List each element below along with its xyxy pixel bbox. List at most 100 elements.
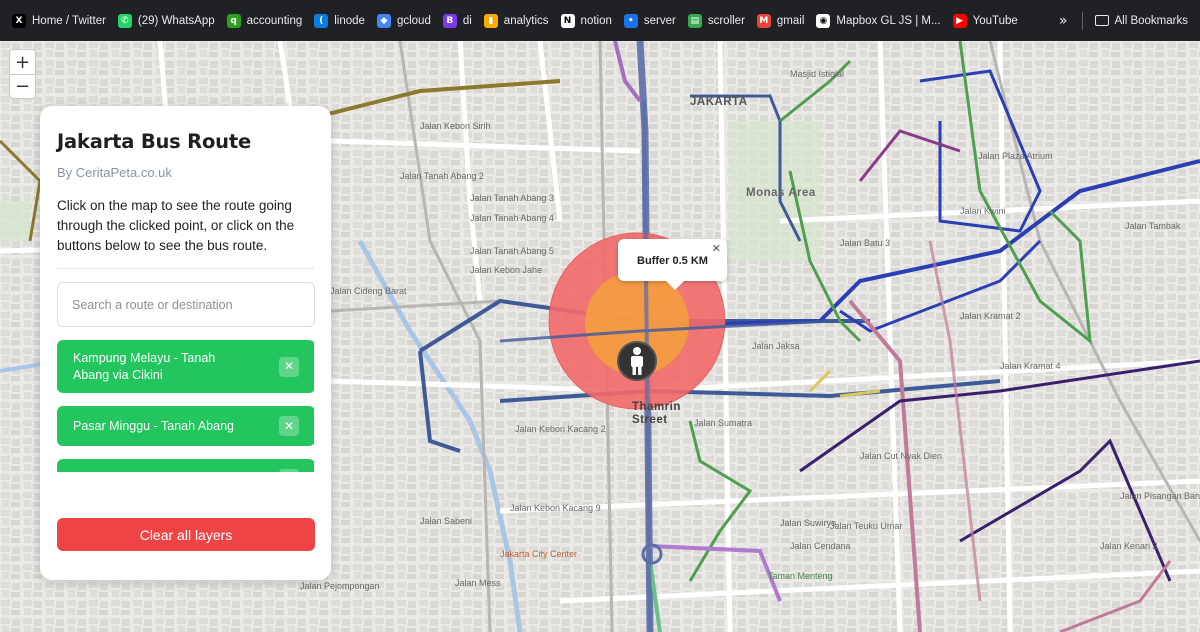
clear-all-layers-button[interactable]: Clear all layers xyxy=(57,518,315,551)
map-label-street: Jalan Teuku Umar xyxy=(830,521,903,531)
panel-author: By CeritaPeta.co.uk xyxy=(57,165,172,180)
map-label-street: Jalan Kramat 2 xyxy=(960,311,1021,321)
map-label-street: Jalan Mess xyxy=(455,578,501,588)
route-list: Kampung Melayu - Tanah Abang via Cikini … xyxy=(57,340,314,472)
all-bookmarks-label: All Bookmarks xyxy=(1114,14,1189,27)
map-label-poi: Jakarta City Center xyxy=(500,549,578,559)
map-label-street: Jalan Kwini xyxy=(960,206,1006,216)
map-label-street: Jalan Tanah Abang 4 xyxy=(470,213,554,223)
whatsapp-icon: ✆ xyxy=(117,13,132,28)
panel-divider xyxy=(57,268,314,269)
popup-close-icon[interactable]: ✕ xyxy=(712,242,721,255)
zoom-in-button[interactable]: + xyxy=(10,50,35,74)
bookmark-label: gmail xyxy=(776,14,805,27)
bookmark-server[interactable]: • server xyxy=(618,9,682,33)
bookmark-label: (29) WhatsApp xyxy=(137,14,215,27)
route-item-label: Pasar Minggu - Tanah Abang xyxy=(73,418,234,433)
panel-description: Click on the map to see the route going … xyxy=(57,198,295,253)
bookmark-gmail[interactable]: Mgmail xyxy=(751,9,810,33)
gmail-icon: M xyxy=(756,13,771,28)
map-label-street: Jalan Tambak xyxy=(1125,221,1181,231)
map-label-jakarta: JAKARTA xyxy=(690,96,748,108)
zoom-out-button[interactable]: − xyxy=(10,74,35,98)
bookmark-label: scroller xyxy=(707,14,745,27)
mapbox-icon: ◉ xyxy=(816,13,831,28)
gcloud-icon: ◆ xyxy=(376,13,391,28)
bookmark-label: gcloud xyxy=(396,14,431,27)
bookmark-youtube[interactable]: ▶ YouTube xyxy=(947,9,1024,33)
map-label-poi: Taman Menteng xyxy=(768,571,833,581)
bookmark-gcloud[interactable]: ◆ gcloud xyxy=(371,9,437,33)
scroller-icon: ▤ xyxy=(687,13,702,28)
all-bookmarks-button[interactable]: All Bookmarks xyxy=(1089,9,1195,33)
map-label-street: Jalan Cut Nyak Dien xyxy=(860,451,943,461)
bookmarks-bar: X Home / Twitter ✆ (29) WhatsApp q accounting… xyxy=(0,0,1200,41)
bookmark-label: analytics xyxy=(503,14,549,27)
map-label-street: Jalan Pejompongan xyxy=(300,581,380,591)
bookmarks-divider xyxy=(1081,11,1083,30)
zoom-control: + − xyxy=(9,49,36,99)
map-label-street: Jalan Cideng Barat xyxy=(330,286,407,296)
map-label-street: Jalan Kebon Kacang 2 xyxy=(515,424,606,434)
bookmark-mapbox[interactable]: ◉ Mapbox GL JS | M... xyxy=(810,9,946,33)
map-label-street: Jalan Tanah Abang 2 xyxy=(400,171,484,181)
bookmark-scroller[interactable]: ▤ scroller xyxy=(682,9,751,33)
person-icon xyxy=(631,347,643,375)
youtube-icon: ▶ xyxy=(952,13,967,28)
map-label-street: Jalan Sabeni xyxy=(420,516,473,526)
bookmark-accounting[interactable]: q accounting xyxy=(221,9,309,33)
bookmark-label: linode xyxy=(334,14,365,27)
map-label-street: Jalan Kenari 2 xyxy=(1100,541,1158,551)
bookmarks-overflow-icon[interactable]: » xyxy=(1051,13,1076,29)
map-label-poi: Masjid Istiqlal xyxy=(790,69,845,79)
remove-route-icon[interactable]: ✕ xyxy=(279,356,299,377)
bookmark-x-logo[interactable]: X Home / Twitter xyxy=(6,9,112,33)
map-label-street: Jalan Kebon Sirih xyxy=(420,121,491,131)
map-label-street: Jalan Cendana xyxy=(790,541,851,551)
map-label-monas-area: Monas Area xyxy=(746,187,816,199)
folder-icon xyxy=(1094,15,1109,26)
bookmark-label: YouTube xyxy=(972,14,1018,27)
route-item-pasar-minggu[interactable]: Pasar Minggu - Tanah Abang ✕ xyxy=(57,406,314,446)
remove-route-icon[interactable]: ✕ xyxy=(279,416,299,436)
linode-icon: ( xyxy=(314,13,329,28)
map-label-street: Jalan Kebon Kacang 9 xyxy=(510,503,601,513)
route-item-kampung-melayu[interactable]: Kampung Melayu - Tanah Abang via Cikini … xyxy=(57,340,314,393)
bookmark-notion[interactable]: Nnotion xyxy=(555,9,618,33)
bookmark-label: Home / Twitter xyxy=(32,14,106,27)
notion-icon: N xyxy=(560,13,575,28)
map-label-street: Jalan Kebon Jahe xyxy=(470,265,543,275)
map-label-street: Jalan Suwiryo xyxy=(780,518,837,528)
remove-route-icon[interactable]: ✕ xyxy=(279,469,299,472)
map-label-street: Jalan Tanah Abang 3 xyxy=(470,193,554,203)
x-logo-icon: X xyxy=(12,13,26,28)
analytics-icon: ▮ xyxy=(483,13,498,28)
map-label-street: Jalan Sumatra xyxy=(694,418,753,428)
bookmark-di[interactable]: Bdi xyxy=(437,9,478,33)
search-input[interactable] xyxy=(57,282,315,327)
route-item-label: Kampung Melayu - Tanah Abang via Cikini xyxy=(73,350,216,382)
map-label-street: Jalan Batu 3 xyxy=(840,238,891,248)
buffer-popup-text: Buffer 0.5 KM xyxy=(637,255,708,267)
map-label-street: Jalan Plaza Atrium xyxy=(978,151,1053,161)
bookmark-linode[interactable]: ( linode xyxy=(308,9,371,33)
bookmark-label: Mapbox GL JS | M... xyxy=(836,14,941,27)
bookmark-label: server xyxy=(643,14,676,27)
accounting-icon: q xyxy=(226,13,241,28)
di-icon: B xyxy=(442,13,457,28)
map-label-thamrin-street: Thamrin Street xyxy=(632,401,681,426)
bookmark-whatsapp[interactable]: ✆ (29) WhatsApp xyxy=(112,9,221,33)
bookmark-label: di xyxy=(462,14,472,27)
bookmark-label: notion xyxy=(580,14,612,27)
map-label-street: Jalan Kramat 4 xyxy=(1000,361,1061,371)
bookmark-analytics[interactable]: ▮ analytics xyxy=(478,9,555,33)
map-label-street: Jalan Pisangan Baru xyxy=(1120,491,1200,501)
route-item-partial[interactable]: ✕ xyxy=(57,459,314,472)
map-label-street: Jalan Jaksa xyxy=(752,341,800,351)
bookmark-label: accounting xyxy=(246,14,303,27)
server-icon: • xyxy=(623,13,638,28)
panel-title: Jakarta Bus Route xyxy=(57,130,252,153)
clicked-point-marker[interactable] xyxy=(617,341,657,381)
route-panel: Jakarta Bus Route By CeritaPeta.co.uk Cl… xyxy=(40,106,331,580)
buffer-popup: Buffer 0.5 KM ✕ xyxy=(618,239,727,290)
